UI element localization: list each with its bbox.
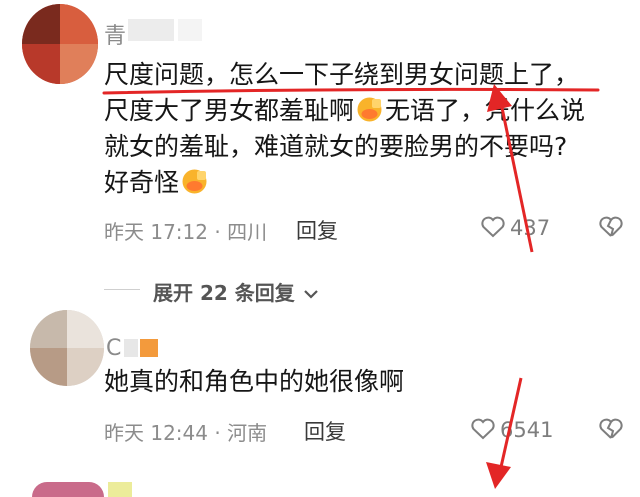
annotation-overlay <box>102 84 600 489</box>
